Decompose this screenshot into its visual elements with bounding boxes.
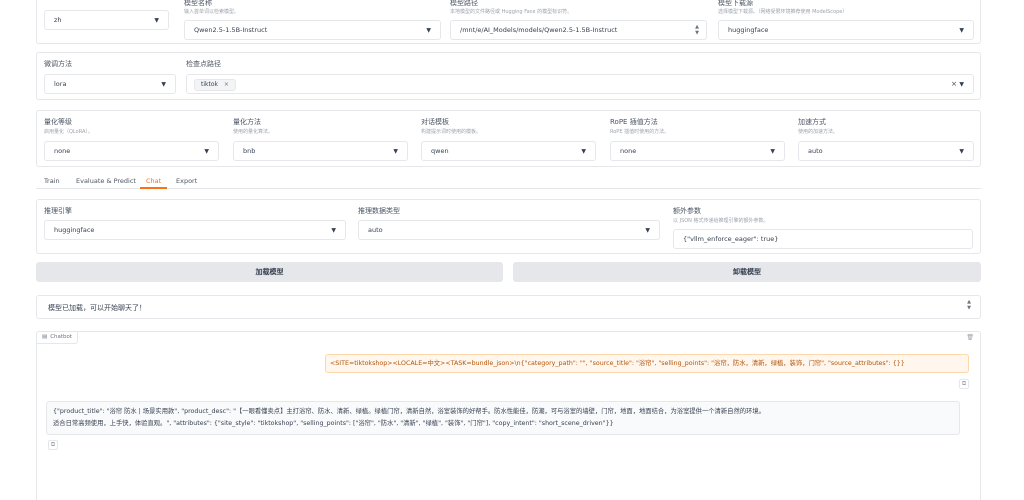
hub-select[interactable]: huggingface ▼ <box>718 20 974 40</box>
model-name-label: 模型名称 <box>184 0 212 7</box>
chevron-down-icon: ▼ <box>204 148 209 155</box>
chevron-down-icon: ▼ <box>154 17 159 24</box>
model-path-hint: 本地模型的文件路径或 Hugging Face 的模型标识符。 <box>450 9 573 15</box>
finetune-label: 微调方法 <box>44 60 72 68</box>
checkpoint-tag[interactable]: tiktok × <box>194 79 236 91</box>
copy-icon[interactable]: ⧉ <box>959 379 969 389</box>
bot-message: {"product_title": "浴帘 防水 | 场景实用款", "prod… <box>46 401 960 435</box>
booster-value: auto <box>808 147 823 155</box>
unload-model-button[interactable]: 卸载模型 <box>513 262 981 282</box>
chatbot-panel: ▤ Chatbot 🗑 <SITE=tiktokshop><LOCALE=中文><… <box>36 331 981 500</box>
chevron-down-icon: ▼ <box>393 148 398 155</box>
bot-message-line: 适合日常高频使用，上手快，体验直观。", "attributes": {"sit… <box>53 420 614 427</box>
checkpoint-tag-label: tiktok <box>201 81 218 88</box>
quant-method-hint: 使用的量化算法。 <box>233 129 274 135</box>
model-name-select[interactable]: Qwen2.5-1.5B-Instruct ▼ <box>184 20 441 40</box>
template-label: 对话模板 <box>421 118 449 126</box>
top-settings-panel: zh ▼ 模型名称 输入首单词以检索模型。 Qwen2.5-1.5B-Instr… <box>36 0 981 44</box>
model-path-input[interactable]: /mnt/e/AI_Models/models/Qwen2.5-1.5B-Ins… <box>450 20 707 40</box>
trash-icon[interactable]: 🗑 <box>966 334 974 341</box>
hub-value: huggingface <box>728 26 769 34</box>
tab-bar <box>36 188 981 189</box>
tab-train[interactable]: Train <box>44 177 60 185</box>
clear-icon[interactable]: × <box>951 80 957 88</box>
hub-label: 模型下载源 <box>718 0 753 7</box>
rope-hint: RoPE 插值时使用的方法。 <box>610 129 670 135</box>
lang-select[interactable]: zh ▼ <box>44 10 169 30</box>
extra-args-hint: 以 JSON 格式传递给推理引擎的额外参数。 <box>673 218 769 224</box>
status-text: 模型已加载，可以开始聊天了！ <box>48 304 146 312</box>
extra-args-value: {"vllm_enforce_eager": true} <box>683 235 779 243</box>
user-message: <SITE=tiktokshop><LOCALE=中文><TASK=bundle… <box>325 354 969 373</box>
quant-bit-value: none <box>54 147 71 155</box>
chevron-down-icon: ▼ <box>161 81 166 88</box>
chat-icon: ▤ <box>42 334 48 340</box>
chevron-down-icon: ▼ <box>959 81 964 88</box>
user-message-text: <SITE=tiktokshop><LOCALE=中文><TASK=bundle… <box>330 360 905 367</box>
chevron-down-icon: ▼ <box>959 27 964 34</box>
checkpoint-multiselect[interactable]: tiktok × × ▼ <box>186 74 974 94</box>
dtype-select[interactable]: auto ▼ <box>358 220 660 240</box>
quant-method-label: 量化方法 <box>233 118 261 126</box>
rope-select[interactable]: none ▼ <box>610 141 785 161</box>
chevron-down-icon: ▼ <box>959 148 964 155</box>
backend-value: huggingface <box>54 226 95 234</box>
template-hint: 构建提示词时使用的模板。 <box>421 129 482 135</box>
chevron-down-icon: ▼ <box>770 148 775 155</box>
chevron-down-icon: ▼ <box>645 227 650 234</box>
booster-select[interactable]: auto ▼ <box>798 141 974 161</box>
model-path-label: 模型路径 <box>450 0 478 7</box>
load-model-button[interactable]: 加载模型 <box>36 262 503 282</box>
bot-message-line: {"product_title": "浴帘 防水 | 场景实用款", "prod… <box>53 408 765 415</box>
booster-label: 加速方式 <box>798 118 826 126</box>
chevron-down-icon: ▼ <box>581 148 586 155</box>
dtype-value: auto <box>368 226 383 234</box>
model-name-hint: 输入首单词以检索模型。 <box>184 9 240 15</box>
tag-remove-icon[interactable]: × <box>224 81 229 88</box>
stepper-icon[interactable]: ▲ ▼ <box>695 24 699 36</box>
hub-hint: 选择模型下载源。（网络受限环境推荐使用 ModelScope） <box>718 9 848 15</box>
copy-icon[interactable]: ⧉ <box>48 440 58 450</box>
chevron-down-icon: ▼ <box>426 27 431 34</box>
chatbot-label-text: Chatbot <box>50 334 73 340</box>
backend-label: 推理引擎 <box>44 207 72 215</box>
finetune-select[interactable]: lora ▼ <box>44 74 176 94</box>
quant-method-value: bnb <box>243 147 256 155</box>
chatbot-label: ▤ Chatbot <box>37 332 79 344</box>
chevron-down-icon: ▼ <box>331 227 336 234</box>
quant-method-select[interactable]: bnb ▼ <box>233 141 408 161</box>
template-select[interactable]: qwen ▼ <box>421 141 596 161</box>
checkpoint-label: 检查点路径 <box>186 60 221 68</box>
quant-bit-select[interactable]: none ▼ <box>44 141 219 161</box>
active-tab-indicator <box>140 187 167 189</box>
tab-chat[interactable]: Chat <box>146 177 161 185</box>
advanced-panel: 量化等级 启用量化（QLoRA）。 none ▼ 量化方法 使用的量化算法。 b… <box>36 110 981 167</box>
extra-args-label: 额外参数 <box>673 207 701 215</box>
finetune-value: lora <box>54 80 67 88</box>
rope-value: none <box>620 147 637 155</box>
model-path-value: /mnt/e/AI_Models/models/Qwen2.5-1.5B-Ins… <box>460 26 618 34</box>
stepper-icon[interactable]: ▲ ▼ <box>967 299 971 311</box>
rope-label: RoPE 插值方法 <box>610 118 658 126</box>
extra-args-input[interactable]: {"vllm_enforce_eager": true} <box>673 229 973 249</box>
template-value: qwen <box>431 147 449 155</box>
backend-select[interactable]: huggingface ▼ <box>44 220 346 240</box>
tab-evaluate[interactable]: Evaluate & Predict <box>76 177 136 185</box>
model-name-value: Qwen2.5-1.5B-Instruct <box>194 26 268 34</box>
infer-panel: 推理引擎 huggingface ▼ 推理数据类型 auto ▼ 额外参数 以 … <box>36 199 981 254</box>
booster-hint: 使用的加速方法。 <box>798 129 839 135</box>
status-box: 模型已加载，可以开始聊天了！ ▲ ▼ <box>36 295 981 319</box>
dtype-label: 推理数据类型 <box>358 207 400 215</box>
quant-bit-label: 量化等级 <box>44 118 72 126</box>
lang-value: zh <box>54 16 62 24</box>
adapter-panel: 微调方法 lora ▼ 检查点路径 tiktok × × ▼ <box>36 52 981 100</box>
quant-bit-hint: 启用量化（QLoRA）。 <box>44 129 93 135</box>
tab-export[interactable]: Export <box>176 177 197 185</box>
